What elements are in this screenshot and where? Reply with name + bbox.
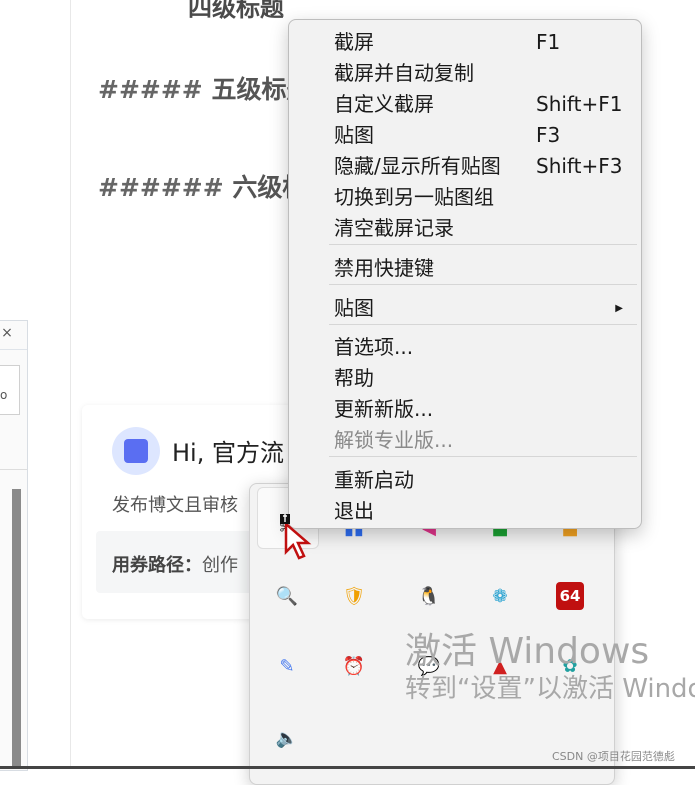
menu-item-13[interactable]: 重新启动	[334, 465, 623, 496]
snipaste-context-menu: 截屏 F1 截屏并自动复制 自定义截屏 Shift+F1 贴图 F3 隐藏/显示所有贴图 Shi…	[288, 19, 642, 529]
close-icon[interactable]: ×	[0, 325, 14, 341]
menu-item-label: 贴图	[334, 123, 374, 147]
route-label-text: 用券路径：	[112, 555, 202, 576]
side-panel-scrollbar[interactable]	[12, 489, 21, 769]
menu-item-label: 贴图	[334, 296, 374, 320]
menu-item-4[interactable]: 隐藏/显示所有贴图 Shift+F3	[334, 151, 623, 182]
avatar	[112, 427, 160, 475]
menu-item-label: 禁用快捷键	[334, 256, 434, 280]
activate-windows-title: 激活 Windows	[405, 631, 650, 672]
menu-item-label: 退出	[334, 499, 374, 523]
avatar-logo-icon	[124, 439, 148, 463]
pen-app-icon[interactable]: ✎	[273, 652, 301, 680]
qq-icon[interactable]: 🐧	[415, 582, 443, 610]
menu-separator	[329, 324, 637, 325]
menu-item-3[interactable]: 贴图 F3	[334, 120, 623, 151]
card-greeting: Hi, 官方流	[172, 439, 284, 467]
alarm-clock-icon[interactable]: ⏰	[340, 652, 368, 680]
side-panel-divider	[0, 349, 27, 350]
csdn-credit: CSDN @项目花园范德彪	[552, 750, 675, 763]
menu-separator	[329, 456, 637, 457]
menu-item-8[interactable]: 贴图 ▶	[334, 293, 623, 324]
menu-item-12: 解锁专业版...	[334, 425, 623, 456]
heading-6-hashes: ######	[98, 173, 224, 202]
search-orange-icon[interactable]: 🔍	[273, 582, 301, 610]
menu-item-11[interactable]: 更新新版...	[334, 394, 623, 425]
menu-item-shortcut: F1	[536, 30, 561, 54]
menu-item-shortcut: Shift+F3	[536, 154, 623, 178]
activate-windows-subtitle: 转到“设置”以激活 Windo	[405, 674, 695, 704]
side-panel-line	[0, 469, 27, 470]
card-description: 发布博文且审核	[112, 495, 238, 516]
menu-item-label: 首选项...	[334, 335, 414, 359]
menu-item-label: 截屏	[334, 30, 374, 54]
mouse-cursor-icon	[280, 514, 312, 560]
side-panel: × o	[0, 320, 28, 771]
menu-separator	[329, 244, 637, 245]
menu-item-9[interactable]: 首选项...	[334, 332, 623, 363]
menu-item-label: 重新启动	[334, 468, 414, 492]
menu-item-label: 隐藏/显示所有贴图	[334, 154, 501, 178]
menu-item-label: 切换到另一贴图组	[334, 185, 494, 209]
menu-item-5[interactable]: 切换到另一贴图组	[334, 182, 623, 213]
side-panel-field[interactable]: o	[0, 365, 20, 415]
menu-item-2[interactable]: 自定义截屏 Shift+F1	[334, 89, 623, 120]
menu-item-label: 帮助	[334, 366, 374, 390]
menu-item-0[interactable]: 截屏 F1	[334, 27, 623, 58]
menu-item-1[interactable]: 截屏并自动复制	[334, 58, 623, 89]
menu-item-14[interactable]: 退出	[334, 496, 623, 527]
doc-left-rule	[70, 0, 71, 769]
route-value[interactable]: 创作	[202, 555, 238, 576]
menu-item-label: 解锁专业版...	[334, 428, 454, 452]
doc-heading-6: ###### 六级标	[98, 168, 307, 204]
menu-separator	[329, 284, 637, 285]
menu-item-shortcut: F3	[536, 123, 561, 147]
doc-heading-5: ##### 五级标题	[98, 70, 311, 106]
menu-item-label: 清空截屏记录	[334, 216, 454, 240]
menu-item-7[interactable]: 禁用快捷键	[334, 253, 623, 284]
submenu-arrow-icon: ▶	[615, 303, 623, 314]
menu-item-6[interactable]: 清空截屏记录	[334, 213, 623, 244]
speaker-icon[interactable]: 🔈	[273, 724, 301, 752]
doc-heading-4: 四级标题	[188, 0, 284, 22]
menu-item-label: 自定义截屏	[334, 92, 434, 116]
heading-5-hashes: #####	[98, 75, 203, 104]
menu-item-10[interactable]: 帮助	[334, 363, 623, 394]
menu-item-label: 截屏并自动复制	[334, 61, 474, 85]
menu-item-shortcut: Shift+F1	[536, 92, 623, 116]
route-label: 用券路径：创作	[112, 551, 238, 577]
security-icon[interactable]: 🛡	[340, 582, 368, 610]
colorful-swirl-icon[interactable]: ❁	[486, 582, 514, 610]
aida64-icon[interactable]: 64	[556, 582, 584, 610]
menu-item-label: 更新新版...	[334, 397, 434, 421]
